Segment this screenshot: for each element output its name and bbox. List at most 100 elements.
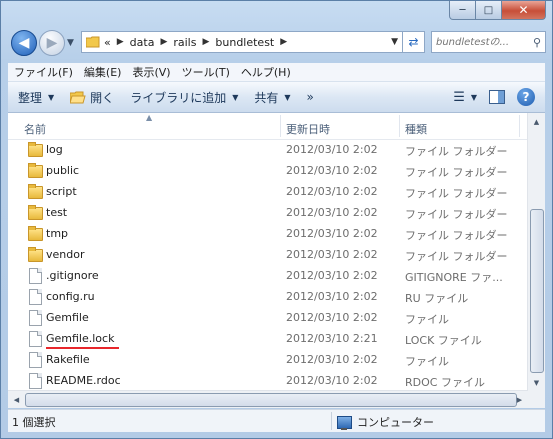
chevron-right-icon[interactable]: ▶ xyxy=(117,37,124,47)
breadcrumb-item[interactable]: data xyxy=(130,36,155,49)
file-row[interactable]: vendor 2012/03/10 2:02 ファイル フォルダー xyxy=(8,244,528,265)
breadcrumb-item[interactable]: rails xyxy=(173,36,196,49)
file-date: 2012/03/10 2:21 xyxy=(286,332,378,345)
file-name[interactable]: README.rdoc xyxy=(46,374,121,387)
file-name[interactable]: Gemfile.lock xyxy=(46,332,114,345)
chevron-right-icon[interactable]: ▶ xyxy=(202,37,209,47)
close-button[interactable]: ✕ xyxy=(502,1,546,20)
organize-button[interactable]: 整理 ▼ xyxy=(8,82,62,112)
column-divider[interactable] xyxy=(519,115,520,137)
file-name[interactable]: log xyxy=(46,143,63,156)
open-button[interactable]: 開く xyxy=(62,82,122,112)
scroll-left-icon[interactable]: ◀ xyxy=(8,391,25,408)
history-dropdown-button[interactable]: ▼ xyxy=(67,38,74,48)
vertical-scroll-thumb[interactable] xyxy=(530,209,544,373)
file-row[interactable]: log 2012/03/10 2:02 ファイル フォルダー xyxy=(8,139,528,160)
search-icon[interactable]: ⚲ xyxy=(533,36,541,49)
file-date: 2012/03/10 2:02 xyxy=(286,206,378,219)
folder-icon xyxy=(27,205,43,220)
computer-icon xyxy=(337,415,352,430)
file-row[interactable]: script 2012/03/10 2:02 ファイル フォルダー xyxy=(8,181,528,202)
file-row[interactable]: config.ru 2012/03/10 2:02 RU ファイル xyxy=(8,286,528,307)
menu-help[interactable]: ヘルプ(H) xyxy=(235,64,296,80)
horizontal-scroll-thumb[interactable] xyxy=(25,393,517,407)
file-type: GITIGNORE ファ... xyxy=(405,271,503,284)
menu-file[interactable]: ファイル(F) xyxy=(8,64,78,80)
menu-view[interactable]: 表示(V) xyxy=(126,64,175,80)
search-box[interactable]: ⚲ xyxy=(431,31,546,53)
column-type-header[interactable]: 種類 xyxy=(405,121,427,137)
menu-tools[interactable]: ツール(T) xyxy=(176,64,235,80)
address-bar[interactable]: « ▶ data ▶ rails ▶ bundletest ▶ ▼ xyxy=(81,31,403,53)
share-button[interactable]: 共有 ▼ xyxy=(246,82,298,112)
status-bar: 1 個選択 コンピューター xyxy=(8,409,545,432)
file-row[interactable]: tmp 2012/03/10 2:02 ファイル フォルダー xyxy=(8,223,528,244)
file-row[interactable]: README.rdoc 2012/03/10 2:02 RDOC ファイル xyxy=(8,370,528,391)
file-name[interactable]: test xyxy=(46,206,67,219)
caption-buttons: ─ □ ✕ xyxy=(449,1,546,20)
column-date-header[interactable]: 更新日時 xyxy=(286,121,330,137)
breadcrumb-item[interactable]: bundletest xyxy=(215,36,274,49)
scroll-corner xyxy=(528,391,545,408)
column-divider[interactable] xyxy=(399,115,400,137)
breadcrumb-overflow[interactable]: « xyxy=(104,36,111,49)
file-row[interactable]: Rakefile 2012/03/10 2:02 ファイル xyxy=(8,349,528,370)
file-name[interactable]: script xyxy=(46,185,77,198)
file-row[interactable]: Gemfile.lock 2012/03/10 2:21 LOCK ファイル xyxy=(8,328,528,349)
file-name[interactable]: Gemfile xyxy=(46,311,89,324)
scroll-down-icon[interactable]: ▼ xyxy=(528,374,545,391)
file-row[interactable]: test 2012/03/10 2:02 ファイル フォルダー xyxy=(8,202,528,223)
menu-edit[interactable]: 編集(E) xyxy=(78,64,127,80)
file-row[interactable]: .gitignore 2012/03/10 2:02 GITIGNORE ファ... xyxy=(8,265,528,286)
location-label: コンピューター xyxy=(357,416,434,429)
chevron-right-icon[interactable]: ▶ xyxy=(280,37,287,47)
file-date: 2012/03/10 2:02 xyxy=(286,164,378,177)
maximize-button[interactable]: □ xyxy=(476,1,502,20)
file-type: LOCK ファイル xyxy=(405,334,482,347)
menu-bar: ファイル(F) 編集(E) 表示(V) ツール(T) ヘルプ(H) xyxy=(8,63,545,82)
open-label: 開く xyxy=(90,90,115,105)
help-button[interactable]: ? xyxy=(517,88,535,106)
horizontal-scrollbar[interactable]: ◀ ▶ xyxy=(8,390,528,408)
column-divider[interactable] xyxy=(280,115,281,137)
file-date: 2012/03/10 2:02 xyxy=(286,353,378,366)
file-name[interactable]: config.ru xyxy=(46,290,95,303)
file-name[interactable]: public xyxy=(46,164,79,177)
address-dropdown-button[interactable]: ▼ xyxy=(391,37,398,47)
add-to-library-label: ライブラリに追加 xyxy=(130,90,227,105)
file-name[interactable]: .gitignore xyxy=(46,269,99,282)
file-list-pane: ▲ 名前 更新日時 種類 log 2012/03/10 2:02 ファイル フォルダ… xyxy=(8,113,545,408)
forward-button[interactable]: ▶ xyxy=(39,30,65,56)
more-commands-button[interactable]: » xyxy=(299,82,322,112)
vertical-scrollbar[interactable]: ▲ ▼ xyxy=(527,113,545,391)
share-label: 共有 xyxy=(254,90,279,105)
file-date: 2012/03/10 2:02 xyxy=(286,290,378,303)
file-row[interactable]: public 2012/03/10 2:02 ファイル フォルダー xyxy=(8,160,528,181)
file-icon xyxy=(27,352,43,368)
preview-pane-button[interactable] xyxy=(483,82,511,112)
file-type: ファイル フォルダー xyxy=(405,250,508,263)
chevron-right-icon[interactable]: ▶ xyxy=(160,37,167,47)
scroll-right-icon[interactable]: ▶ xyxy=(511,391,528,408)
file-row[interactable]: Gemfile 2012/03/10 2:02 ファイル xyxy=(8,307,528,328)
chevron-down-icon: ▼ xyxy=(232,92,239,102)
add-to-library-button[interactable]: ライブラリに追加 ▼ xyxy=(122,82,246,112)
file-type: ファイル フォルダー xyxy=(405,208,508,221)
close-icon: ✕ xyxy=(518,3,529,17)
folder-open-icon xyxy=(70,91,86,103)
scroll-up-icon[interactable]: ▲ xyxy=(528,113,545,130)
column-name-header[interactable]: 名前 xyxy=(24,121,46,137)
chevron-down-icon: ▼ xyxy=(48,92,55,102)
more-label: » xyxy=(306,90,314,104)
back-button[interactable]: ◀ xyxy=(11,30,37,56)
view-options-button[interactable]: ☰ ▼ xyxy=(447,82,483,112)
minimize-button[interactable]: ─ xyxy=(449,1,476,20)
file-name[interactable]: vendor xyxy=(46,248,84,261)
folder-icon xyxy=(27,142,43,157)
search-input[interactable] xyxy=(436,36,526,48)
file-name[interactable]: Rakefile xyxy=(46,353,90,366)
refresh-button[interactable]: ⇄ xyxy=(403,31,425,53)
file-type: ファイル フォルダー xyxy=(405,145,508,158)
file-date: 2012/03/10 2:02 xyxy=(286,311,378,324)
file-name[interactable]: tmp xyxy=(46,227,68,240)
